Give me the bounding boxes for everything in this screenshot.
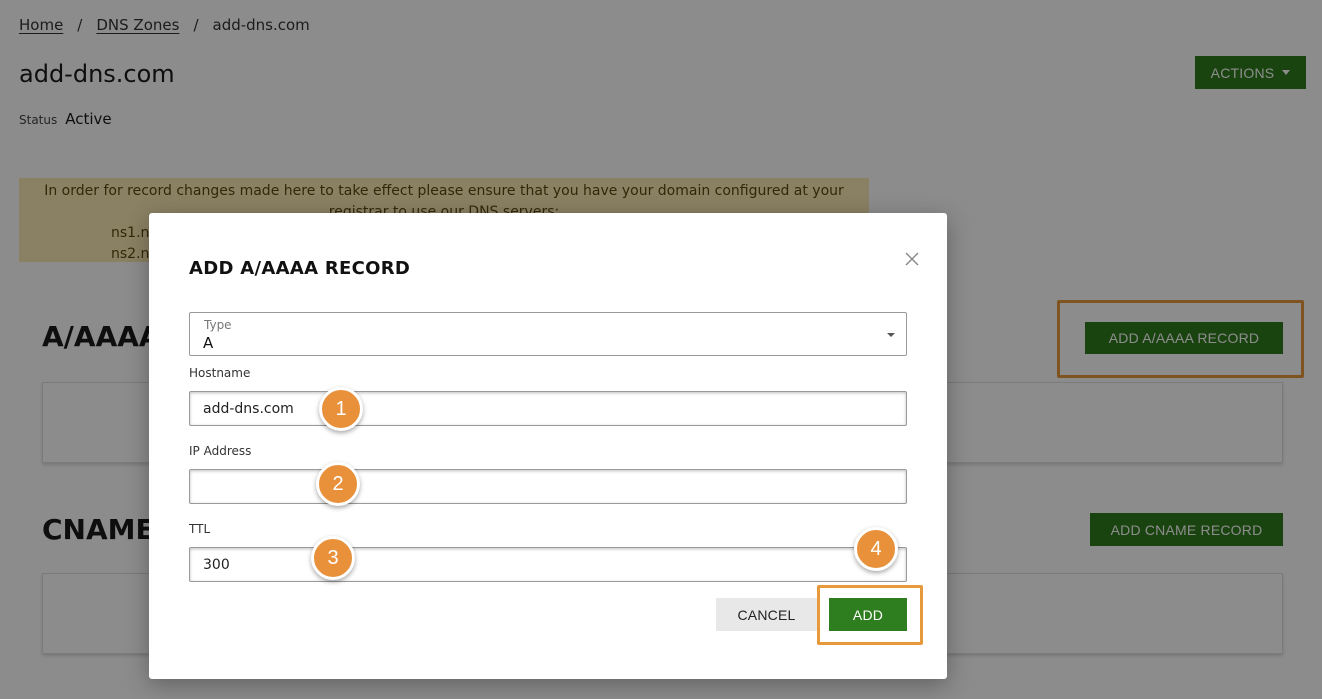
ip-address-label: IP Address (189, 444, 252, 458)
step-badge-4: 4 (854, 527, 898, 571)
close-icon[interactable] (902, 249, 922, 269)
chevron-down-icon (887, 333, 895, 337)
step-badge-3: 3 (311, 536, 355, 580)
step-badge-1: 1 (319, 387, 363, 431)
type-select[interactable]: Type A (189, 312, 907, 356)
ip-address-input[interactable] (189, 469, 907, 504)
step-badge-2: 2 (316, 462, 360, 506)
hostname-label: Hostname (189, 366, 251, 380)
ttl-input[interactable] (189, 547, 907, 582)
add-button-highlight (817, 585, 923, 645)
type-label: Type (204, 318, 232, 332)
modal-title: ADD A/AAAA RECORD (189, 258, 411, 279)
cancel-button[interactable]: CANCEL (716, 598, 817, 631)
ttl-label: TTL (189, 522, 211, 536)
hostname-input[interactable] (189, 391, 907, 426)
type-value: A (203, 334, 214, 352)
